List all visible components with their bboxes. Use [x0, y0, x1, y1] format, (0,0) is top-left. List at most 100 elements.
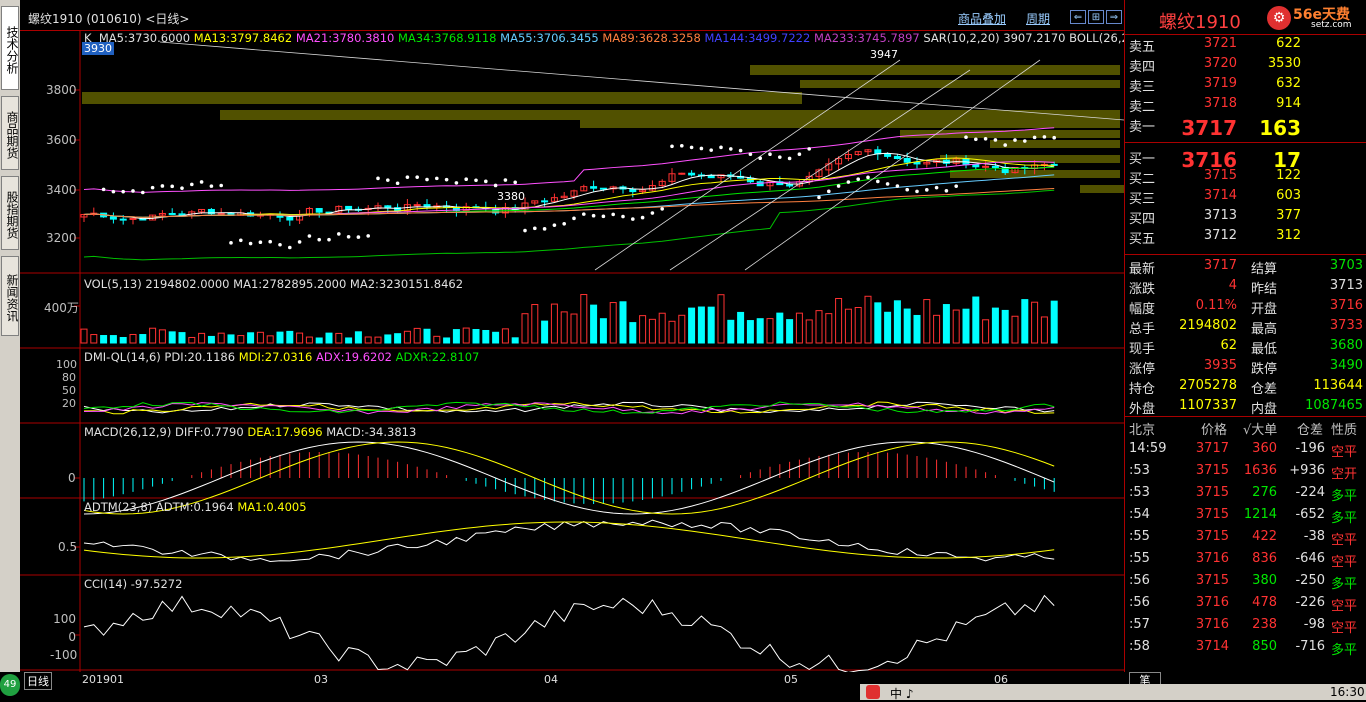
volume-bar — [178, 332, 186, 344]
volume-bar — [972, 296, 980, 344]
sar-dot — [552, 223, 557, 227]
volume-bar — [678, 314, 686, 344]
sar-dot — [523, 228, 527, 233]
tick-row: :56 3716 478 -226 空平 — [1129, 595, 1358, 614]
sar-dot — [180, 186, 184, 190]
sar-dot — [582, 212, 586, 216]
period-link[interactable]: 周期 — [1026, 10, 1050, 27]
candle-body — [384, 205, 392, 209]
tick-row: :55 3716 836 -646 空平 — [1129, 551, 1358, 570]
tick-row: :54 3715 1214 -652 多平 — [1129, 507, 1358, 526]
volume-bar — [423, 328, 431, 344]
sar-dot — [219, 183, 223, 188]
volume-bar — [923, 299, 931, 344]
volume-bar — [188, 336, 196, 344]
clock: 16:30 — [1330, 685, 1365, 699]
sar-dot — [405, 175, 410, 179]
tick-row: :56 3715 380 -250 多平 — [1129, 573, 1358, 592]
volume-bar — [305, 336, 313, 344]
sar-dot — [846, 180, 851, 184]
sar-dot — [493, 183, 498, 188]
sar-dot — [503, 178, 508, 182]
volume-bar — [737, 311, 745, 344]
sar-dot — [160, 184, 165, 188]
volume-bar — [952, 309, 960, 344]
sar-dot — [719, 145, 723, 150]
sar-dot — [738, 148, 743, 153]
volume-bar — [1040, 316, 1048, 344]
volume-bar — [482, 329, 490, 344]
sar-dot — [170, 184, 174, 189]
tick-row: :57 3716 238 -98 空平 — [1129, 617, 1358, 636]
candle-body — [590, 186, 598, 189]
sar-dot — [689, 145, 694, 150]
sar-dots — [101, 135, 1056, 250]
sar-dot — [758, 156, 762, 161]
sar-dot — [807, 147, 811, 151]
volume-bar — [335, 332, 343, 344]
tab-technical-analysis[interactable]: 技术分析 — [1, 6, 19, 90]
stat-row: 持仓 2705278 仓差 113644 — [1129, 378, 1363, 397]
sar-dot — [905, 187, 909, 192]
sar-dot — [1052, 135, 1056, 140]
adtm-axis: 0.5 — [58, 540, 78, 554]
volume-bar — [776, 312, 784, 344]
tab-news[interactable]: 新闻资讯 — [1, 256, 19, 336]
volume-bar — [286, 330, 294, 344]
input-method-icon[interactable] — [866, 685, 880, 699]
candle-body — [109, 216, 117, 220]
logo-icon: ⚙ — [1267, 6, 1291, 30]
volume-bar — [874, 302, 882, 344]
volume-bar — [893, 300, 901, 344]
candle-body — [168, 212, 176, 215]
bid-row: 买五 3712 312 — [1129, 228, 1301, 247]
tab-commodity-futures[interactable]: 商品期货 — [1, 96, 19, 170]
price-badge: 3930 — [82, 42, 114, 55]
sar-dot — [993, 138, 998, 142]
volume-bar — [609, 302, 617, 344]
chart-title: 螺纹1910 (010610) <日线> — [28, 12, 190, 26]
volume-bar — [962, 308, 970, 344]
sar-dot — [278, 242, 282, 247]
tick-row: :53 3715 276 -224 多平 — [1129, 485, 1358, 504]
boll-lower — [83, 189, 1055, 261]
goods-overlay-link[interactable]: 商品叠加 — [958, 10, 1006, 27]
sar-dot — [895, 184, 900, 188]
sar-dot — [787, 156, 792, 161]
volume-bar — [844, 308, 852, 344]
sar-dot — [768, 152, 772, 157]
sar-dot — [111, 189, 116, 194]
notification-badge[interactable]: 49 — [0, 674, 20, 696]
sar-dot — [1013, 138, 1017, 142]
sar-dot — [601, 214, 606, 219]
zoom-button[interactable]: ⊞ — [1088, 10, 1104, 24]
low-annotation: 3380 — [497, 190, 525, 203]
volume-bar — [560, 311, 568, 344]
high-annotation: 3947 — [870, 48, 898, 61]
candle-body — [678, 172, 686, 175]
volume-bar — [198, 332, 206, 344]
sar-dot — [131, 189, 135, 193]
volume-bar — [648, 318, 656, 344]
sar-dot — [141, 190, 145, 195]
price-axis-3200: 3200 — [46, 231, 77, 245]
volume-bar — [590, 304, 598, 344]
sar-dot — [121, 189, 125, 194]
volume-bar — [462, 327, 470, 344]
volume-bar — [854, 307, 862, 344]
candle-body — [413, 204, 421, 207]
period-tab-daily[interactable]: 日线 — [24, 672, 52, 690]
sar-dot — [248, 241, 253, 246]
volume-bar — [864, 295, 872, 344]
sar-dot — [1023, 139, 1027, 143]
sar-dot — [562, 221, 566, 226]
nav-right-button[interactable]: ⇒ — [1106, 10, 1122, 24]
stat-row: 幅度 0.11% 开盘 3716 — [1129, 298, 1363, 317]
symbol-badge: 螺纹1910 — [1159, 12, 1241, 33]
nav-left-button[interactable]: ⇐ — [1070, 10, 1086, 24]
volume-bar — [1011, 315, 1019, 344]
sar-dot — [934, 185, 939, 190]
sar-dot — [366, 234, 371, 238]
tab-index-futures[interactable]: 股指期货 — [1, 176, 19, 250]
volume-bar — [207, 335, 215, 344]
